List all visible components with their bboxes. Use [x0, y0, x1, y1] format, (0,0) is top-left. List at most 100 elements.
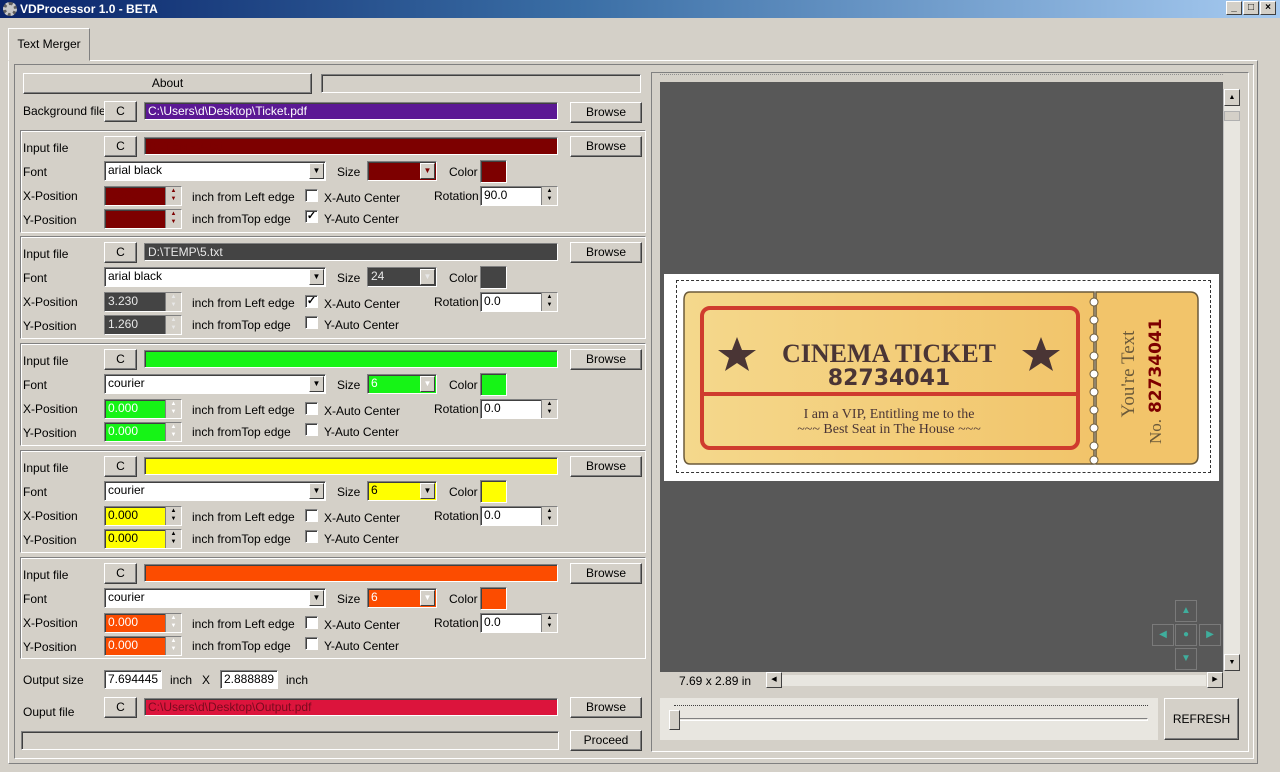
spinner-arrows-icon[interactable]: ▲ ▼ [541, 400, 557, 418]
y-position-input[interactable]: 0.000 ▲ ▼ [104, 636, 182, 656]
background-browse-button[interactable]: Browse [570, 102, 642, 123]
spinner-arrows-icon[interactable]: ▲ ▼ [541, 293, 557, 311]
rotation-input[interactable]: 0.0 ▲ ▼ [480, 292, 558, 312]
spinner-arrows-icon[interactable]: ▲ ▼ [165, 423, 181, 441]
size-select[interactable]: 36 ▼ [367, 161, 437, 181]
arrow-up-icon[interactable]: ▲ [1175, 600, 1197, 622]
chevron-down-icon[interactable]: ▼ [420, 590, 435, 606]
rotation-input[interactable]: 0.0 ▲ ▼ [480, 613, 558, 633]
font-select[interactable]: arial black ▼ [104, 267, 326, 287]
font-select[interactable]: courier ▼ [104, 481, 326, 501]
output-file-path[interactable]: C:\Users\d\Desktop\Output.pdf [144, 698, 558, 716]
y-auto-center-checkbox[interactable] [305, 316, 318, 329]
spinner-arrows-icon[interactable]: ▲ ▼ [541, 187, 557, 205]
maximize-button[interactable]: □ [1243, 1, 1259, 15]
chevron-down-icon[interactable]: ▼ [309, 163, 324, 179]
chevron-down-icon[interactable]: ▼ [420, 269, 435, 285]
rotation-input[interactable]: 0.0 ▲ ▼ [480, 399, 558, 419]
color-swatch[interactable] [480, 373, 507, 396]
font-select[interactable]: arial black ▼ [104, 161, 326, 181]
spinner-arrows-icon[interactable]: ▲ ▼ [165, 614, 181, 632]
spinner-arrows-icon[interactable]: ▲ ▼ [165, 400, 181, 418]
background-file-path[interactable]: C:\Users\d\Desktop\Ticket.pdf [144, 102, 558, 120]
font-select[interactable]: courier ▼ [104, 588, 326, 608]
refresh-button[interactable]: REFRESH [1164, 698, 1239, 740]
y-position-input[interactable]: 1.444 ▲ ▼ [104, 209, 182, 229]
scroll-right-arrow-icon[interactable]: ▶ [1207, 672, 1223, 688]
arrow-right-icon[interactable]: ▶ [1199, 624, 1221, 646]
scroll-left-arrow-icon[interactable]: ◀ [766, 672, 782, 688]
input-clear-button[interactable]: C [104, 563, 137, 584]
input-browse-button[interactable]: Browse [570, 242, 642, 263]
horizontal-scrollbar[interactable]: 7.69 x 2.89 in ◀ ▶ [660, 672, 1223, 689]
tab-text-merger[interactable]: Text Merger [8, 28, 90, 61]
spinner-arrows-icon[interactable]: ▲ ▼ [165, 187, 181, 205]
spinner-arrows-icon[interactable]: ▲ ▼ [541, 507, 557, 525]
proceed-button[interactable]: Proceed [570, 730, 642, 751]
zoom-slider[interactable] [660, 698, 1158, 740]
chevron-down-icon[interactable]: ▼ [309, 269, 324, 285]
background-clear-button[interactable]: C [104, 101, 137, 122]
about-button[interactable]: About [23, 73, 312, 94]
input-file-path[interactable] [144, 457, 558, 475]
y-position-input[interactable]: 0.000 ▲ ▼ [104, 422, 182, 442]
spinner-arrows-icon[interactable]: ▲ ▼ [165, 507, 181, 525]
size-select[interactable]: 24 ▼ [367, 267, 437, 287]
color-swatch[interactable] [480, 160, 507, 183]
size-select[interactable]: 6 ▼ [367, 481, 437, 501]
input-file-path[interactable] [144, 350, 558, 368]
font-select[interactable]: courier ▼ [104, 374, 326, 394]
x-position-input[interactable]: 0.000 ▲ ▼ [104, 613, 182, 633]
input-browse-button[interactable]: Browse [570, 456, 642, 477]
size-select[interactable]: 6 ▼ [367, 374, 437, 394]
chevron-down-icon[interactable]: ▼ [420, 376, 435, 392]
y-position-input[interactable]: 0.000 ▲ ▼ [104, 529, 182, 549]
x-position-input[interactable]: 3.230 ▲ ▼ [104, 292, 182, 312]
input-browse-button[interactable]: Browse [570, 563, 642, 584]
output-height-input[interactable]: 2.888889 [220, 670, 278, 689]
spinner-arrows-icon[interactable]: ▲ ▼ [165, 210, 181, 228]
chevron-down-icon[interactable]: ▼ [309, 590, 324, 606]
x-auto-center-checkbox[interactable] [305, 189, 318, 202]
x-auto-center-checkbox[interactable] [305, 402, 318, 415]
x-position-input[interactable]: 0.000 ▲ ▼ [104, 399, 182, 419]
input-clear-button[interactable]: C [104, 456, 137, 477]
rotation-input[interactable]: 0.0 ▲ ▼ [480, 506, 558, 526]
vertical-scrollbar[interactable]: ▲ ▼ [1223, 89, 1240, 671]
x-auto-center-checkbox[interactable] [305, 509, 318, 522]
x-auto-center-checkbox[interactable] [305, 616, 318, 629]
input-clear-button[interactable]: C [104, 349, 137, 370]
spinner-arrows-icon[interactable]: ▲ ▼ [165, 293, 181, 311]
y-auto-center-checkbox[interactable] [305, 423, 318, 436]
input-browse-button[interactable]: Browse [570, 349, 642, 370]
chevron-down-icon[interactable]: ▼ [309, 483, 324, 499]
x-position-input[interactable]: 0.000 ▲ ▼ [104, 506, 182, 526]
output-width-input[interactable]: 7.694445 [104, 670, 162, 689]
chevron-down-icon[interactable]: ▼ [420, 483, 435, 499]
input-browse-button[interactable]: Browse [570, 136, 642, 157]
chevron-down-icon[interactable]: ▼ [420, 163, 435, 179]
size-select[interactable]: 6 ▼ [367, 588, 437, 608]
y-position-input[interactable]: 1.260 ▲ ▼ [104, 315, 182, 335]
input-file-path[interactable]: D:\TEMP\4.txt [144, 137, 558, 155]
scroll-down-arrow-icon[interactable]: ▼ [1224, 654, 1240, 671]
output-browse-button[interactable]: Browse [570, 697, 642, 718]
spinner-arrows-icon[interactable]: ▲ ▼ [541, 614, 557, 632]
spinner-arrows-icon[interactable]: ▲ ▼ [165, 530, 181, 548]
scroll-up-arrow-icon[interactable]: ▲ [1224, 89, 1240, 106]
input-file-path[interactable]: D:\TEMP\5.txt [144, 243, 558, 261]
y-auto-center-checkbox[interactable] [305, 637, 318, 650]
input-clear-button[interactable]: C [104, 136, 137, 157]
rotation-input[interactable]: 90.0 ▲ ▼ [480, 186, 558, 206]
input-clear-button[interactable]: C [104, 242, 137, 263]
color-swatch[interactable] [480, 587, 507, 610]
x-auto-center-checkbox[interactable]: ✓ [305, 295, 318, 308]
arrow-left-icon[interactable]: ◀ [1152, 624, 1174, 646]
y-auto-center-checkbox[interactable] [305, 530, 318, 543]
output-clear-button[interactable]: C [104, 697, 137, 718]
horizontal-scroll-track[interactable] [782, 675, 1206, 686]
slider-thumb[interactable] [669, 710, 680, 730]
color-swatch[interactable] [480, 266, 507, 289]
y-auto-center-checkbox[interactable]: ✓ [305, 210, 318, 223]
spinner-arrows-icon[interactable]: ▲ ▼ [165, 637, 181, 655]
